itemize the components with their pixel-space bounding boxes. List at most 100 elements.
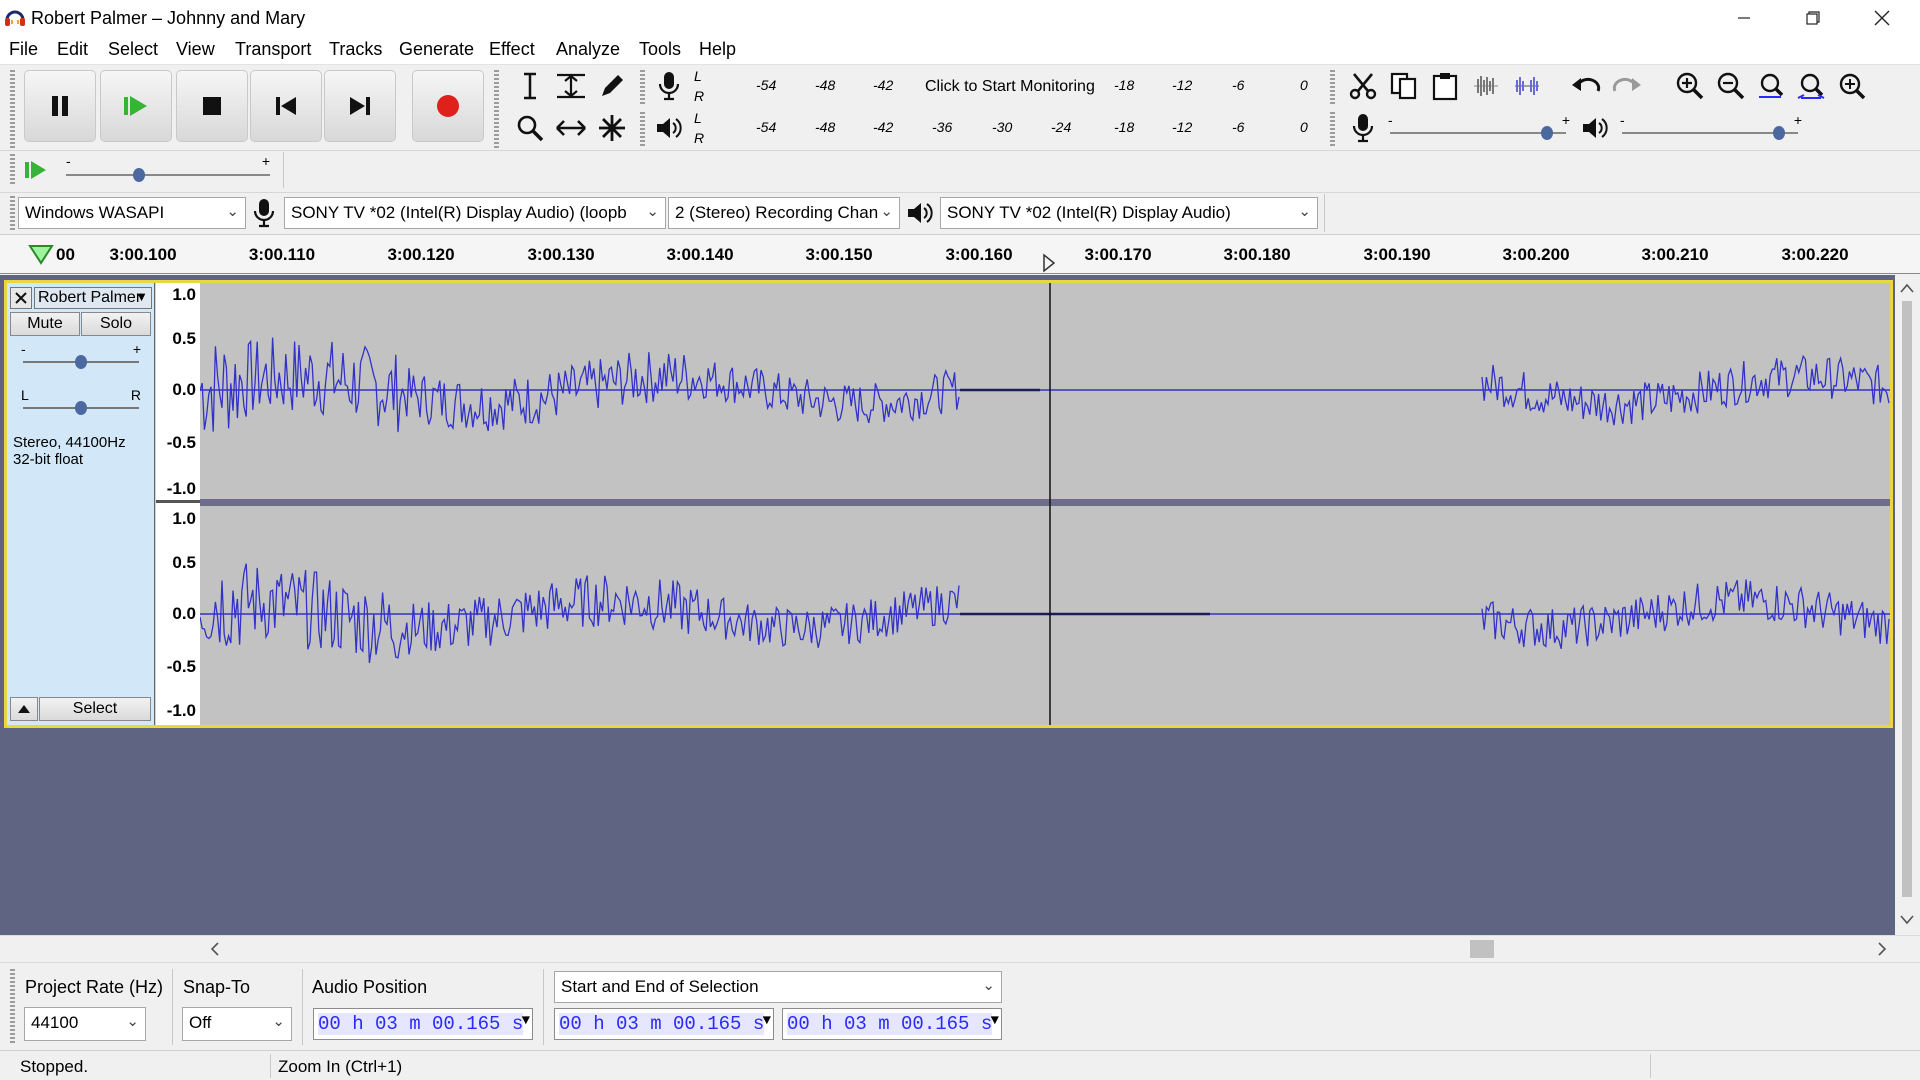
record-meter-button[interactable] <box>650 68 688 104</box>
envelope-tool[interactable] <box>552 68 590 104</box>
menu-generate[interactable]: Generate <box>399 39 474 60</box>
selection-tool[interactable] <box>511 68 549 104</box>
slider-thumb[interactable] <box>75 401 87 415</box>
waveform-area[interactable] <box>199 283 1890 725</box>
pan-slider[interactable]: L R <box>21 387 141 419</box>
scroll-thumb[interactable] <box>1470 940 1494 958</box>
dropdown-arrow-icon[interactable]: ▼ <box>991 1013 999 1029</box>
scroll-thumb[interactable] <box>1902 301 1912 897</box>
redo-button[interactable] <box>1608 68 1646 104</box>
toolbar-grip[interactable] <box>10 70 15 150</box>
zoom-toggle-button[interactable] <box>1833 68 1871 104</box>
toolbar-grip[interactable] <box>640 112 645 148</box>
collapse-track-button[interactable] <box>10 697 38 721</box>
toolbar-grip[interactable] <box>10 154 15 186</box>
menu-tools[interactable]: Tools <box>639 39 681 60</box>
menu-help[interactable]: Help <box>699 39 736 60</box>
stop-button[interactable] <box>176 70 248 142</box>
toolbar-grip[interactable] <box>10 969 15 1045</box>
paste-button[interactable] <box>1426 68 1464 104</box>
pause-button[interactable] <box>24 70 96 142</box>
skip-to-start-button[interactable] <box>250 70 322 142</box>
copy-button[interactable] <box>1385 68 1423 104</box>
multi-tool[interactable] <box>593 110 631 146</box>
select-track-button[interactable]: Select <box>39 697 151 721</box>
menu-select[interactable]: Select <box>108 39 158 60</box>
recording-volume-slider[interactable]: - + <box>1388 112 1570 142</box>
zoom-in-button[interactable] <box>1671 68 1709 104</box>
dropdown-arrow-icon[interactable]: ▼ <box>522 1013 530 1029</box>
scroll-right-icon[interactable] <box>1877 942 1887 956</box>
restore-button[interactable] <box>1779 0 1847 36</box>
recording-device-dropdown[interactable]: SONY TV *02 (Intel(R) Display Audio) (lo… <box>284 197 666 229</box>
waveform[interactable] <box>199 283 1890 725</box>
play-at-speed-button[interactable] <box>18 152 56 188</box>
record-meter[interactable]: -54 -48 -42 Click to Start Monitoring -1… <box>712 75 1310 101</box>
toolbar-grip[interactable] <box>494 70 499 150</box>
playback-meter[interactable]: -54 -48 -42 -36 -30 -24 -18 -12 -6 0 <box>712 117 1310 143</box>
timeline-ruler[interactable]: 00 3:00.100 3:00.110 3:00.120 3:00.130 3… <box>0 234 1920 274</box>
audio-host-dropdown[interactable]: Windows WASAPI ⌄ <box>18 197 246 229</box>
selection-mode-dropdown[interactable]: Start and End of Selection ⌄ <box>554 971 1002 1003</box>
playback-volume-slider[interactable]: - + <box>1620 112 1802 142</box>
zoom-out-button[interactable] <box>1712 68 1750 104</box>
zoom-tool[interactable] <box>511 110 549 146</box>
cut-button[interactable] <box>1344 68 1382 104</box>
scroll-left-icon[interactable] <box>210 942 220 956</box>
recording-channels-dropdown[interactable]: 2 (Stereo) Recording Chan ⌄ <box>668 197 900 229</box>
slider-thumb[interactable] <box>75 355 87 369</box>
pinned-play-head-icon[interactable] <box>28 243 54 265</box>
audio-position-field[interactable]: 00 h 03 m 00.165 s ▼ <box>313 1008 533 1040</box>
menu-view[interactable]: View <box>176 39 215 60</box>
close-button[interactable] <box>1848 0 1916 36</box>
silence-audio-button[interactable] <box>1508 68 1546 104</box>
minimize-button[interactable] <box>1710 0 1778 36</box>
slider-thumb[interactable] <box>1541 126 1553 140</box>
menu-analyze[interactable]: Analyze <box>556 39 620 60</box>
fit-project-button[interactable] <box>1792 68 1830 104</box>
menu-file[interactable]: File <box>9 39 38 60</box>
playback-meter-button[interactable] <box>650 110 688 146</box>
snap-to-dropdown[interactable]: Off ⌄ <box>182 1007 292 1041</box>
meter-scale-label: -54 <box>756 77 777 93</box>
mute-button[interactable]: Mute <box>10 312 80 336</box>
solo-button[interactable]: Solo <box>81 312 151 336</box>
fit-selection-button[interactable] <box>1752 68 1790 104</box>
track-panel[interactable]: Robert Palmer ▼ Mute Solo - + L R Stereo… <box>0 275 1895 935</box>
dropdown-arrow-icon: ▼ <box>135 289 148 304</box>
draw-tool[interactable] <box>593 68 631 104</box>
undo-button[interactable] <box>1567 68 1605 104</box>
selection-end-field[interactable]: 00 h 03 m 00.165 s ▼ <box>782 1008 1002 1040</box>
vertical-ruler[interactable]: 1.0 0.5 0.0 -0.5 -1.0 1.0 0.5 0.0 -0.5 -… <box>156 283 200 725</box>
project-rate-dropdown[interactable]: 44100 ⌄ <box>24 1007 146 1041</box>
time-shift-tool[interactable] <box>552 110 590 146</box>
toolbar-grip[interactable] <box>1330 70 1335 106</box>
playback-device-dropdown[interactable]: SONY TV *02 (Intel(R) Display Audio) ⌄ <box>940 197 1318 229</box>
skip-to-end-button[interactable] <box>324 70 396 142</box>
close-track-button[interactable] <box>10 287 32 309</box>
record-button[interactable] <box>412 70 484 142</box>
dropdown-arrow-icon[interactable]: ▼ <box>763 1013 771 1029</box>
track-name-menu[interactable]: Robert Palmer ▼ <box>34 287 152 309</box>
menu-transport[interactable]: Transport <box>235 39 311 60</box>
horizontal-scrollbar[interactable] <box>0 935 1920 960</box>
gain-slider[interactable]: - + <box>21 341 141 373</box>
menu-edit[interactable]: Edit <box>57 39 88 60</box>
toolbar-grip[interactable] <box>1330 112 1335 148</box>
toolbar-grip[interactable] <box>640 70 645 106</box>
vertical-scrollbar[interactable] <box>1895 275 1920 935</box>
chevron-down-icon: ⌄ <box>982 977 995 994</box>
trim-audio-button[interactable] <box>1467 68 1505 104</box>
scroll-down-icon[interactable] <box>1900 915 1914 925</box>
menu-effect[interactable]: Effect <box>489 39 535 60</box>
slider-thumb[interactable] <box>1773 126 1785 140</box>
toolbar-grip[interactable] <box>10 196 15 230</box>
slider-thumb[interactable] <box>132 168 145 182</box>
scroll-up-icon[interactable] <box>1900 283 1914 293</box>
track-control-panel[interactable]: Robert Palmer ▼ Mute Solo - + L R Stereo… <box>7 283 155 725</box>
playback-speed-slider[interactable]: - + <box>64 153 272 183</box>
audio-track[interactable]: Robert Palmer ▼ Mute Solo - + L R Stereo… <box>4 280 1893 728</box>
selection-start-field[interactable]: 00 h 03 m 00.165 s ▼ <box>554 1008 774 1040</box>
menu-tracks[interactable]: Tracks <box>329 39 382 60</box>
play-button[interactable] <box>100 70 172 142</box>
